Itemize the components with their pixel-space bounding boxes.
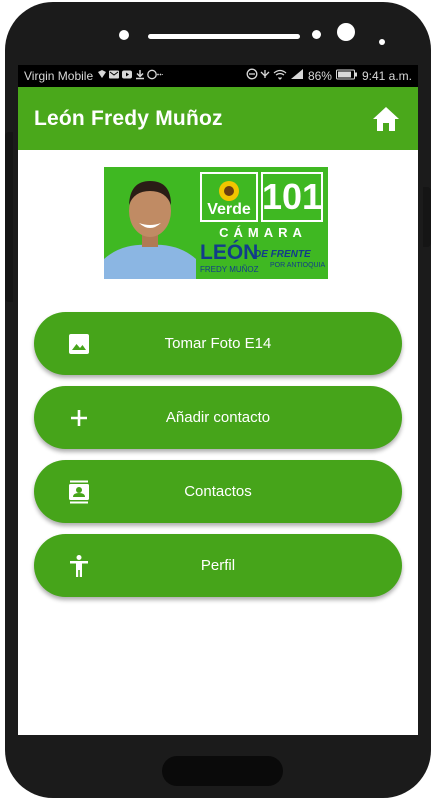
slogan: DE FRENTE bbox=[254, 249, 311, 260]
phone-side-button bbox=[5, 132, 13, 302]
add-contact-button[interactable]: Añadir contacto bbox=[34, 386, 402, 449]
system-icons bbox=[246, 68, 304, 84]
notification-icons bbox=[97, 69, 164, 84]
image-icon bbox=[67, 332, 91, 356]
take-photo-label: Tomar Foto E14 bbox=[164, 335, 272, 352]
screen: Virgin Mobile 86% 9:41 a.m. León Fredy M… bbox=[18, 65, 418, 735]
phone-camera bbox=[337, 23, 355, 41]
party-logo: Verde bbox=[200, 172, 258, 222]
carrier-name: Virgin Mobile bbox=[24, 69, 94, 83]
candidate-first-name: LEÓN bbox=[200, 241, 259, 264]
clock: 9:41 a.m. bbox=[361, 69, 412, 83]
phone-speaker bbox=[148, 34, 300, 39]
contacts-icon bbox=[67, 480, 91, 504]
campaign-banner: Verde 101 CÁMARA LEÓN FREDY MUÑOZ DE FRE… bbox=[104, 167, 328, 279]
phone-home-button[interactable] bbox=[162, 756, 283, 786]
phone-sensor-dot bbox=[312, 30, 321, 39]
phone-sensor-dot bbox=[119, 30, 129, 40]
battery-icon bbox=[335, 69, 358, 84]
chamber-label: CÁMARA bbox=[219, 225, 307, 240]
take-photo-button[interactable]: Tomar Foto E14 bbox=[34, 312, 402, 375]
battery-percent: 86% bbox=[307, 69, 332, 83]
status-bar: Virgin Mobile 86% 9:41 a.m. bbox=[18, 65, 418, 87]
person-icon bbox=[67, 554, 91, 578]
party-name: Verde bbox=[207, 201, 251, 218]
contacts-button[interactable]: Contactos bbox=[34, 460, 402, 523]
candidate-full-name: FREDY MUÑOZ bbox=[200, 265, 259, 274]
contacts-label: Contactos bbox=[184, 483, 252, 500]
main-menu: Tomar Foto E14 Añadir contacto Contactos… bbox=[34, 312, 402, 608]
plus-icon bbox=[67, 406, 91, 430]
home-icon[interactable] bbox=[370, 103, 402, 135]
app-title: León Fredy Muñoz bbox=[34, 106, 223, 130]
slogan-subtitle: POR ANTIOQUIA bbox=[270, 262, 326, 269]
add-contact-label: Añadir contacto bbox=[165, 409, 271, 426]
profile-button[interactable]: Perfil bbox=[34, 534, 402, 597]
candidate-photo bbox=[104, 167, 196, 279]
phone-power-button bbox=[423, 187, 431, 247]
app-bar: León Fredy Muñoz bbox=[18, 87, 418, 150]
phone-sensor-dot bbox=[379, 39, 385, 45]
sunflower-icon bbox=[219, 181, 239, 201]
candidate-number: 101 bbox=[261, 172, 323, 222]
profile-label: Perfil bbox=[200, 557, 236, 574]
